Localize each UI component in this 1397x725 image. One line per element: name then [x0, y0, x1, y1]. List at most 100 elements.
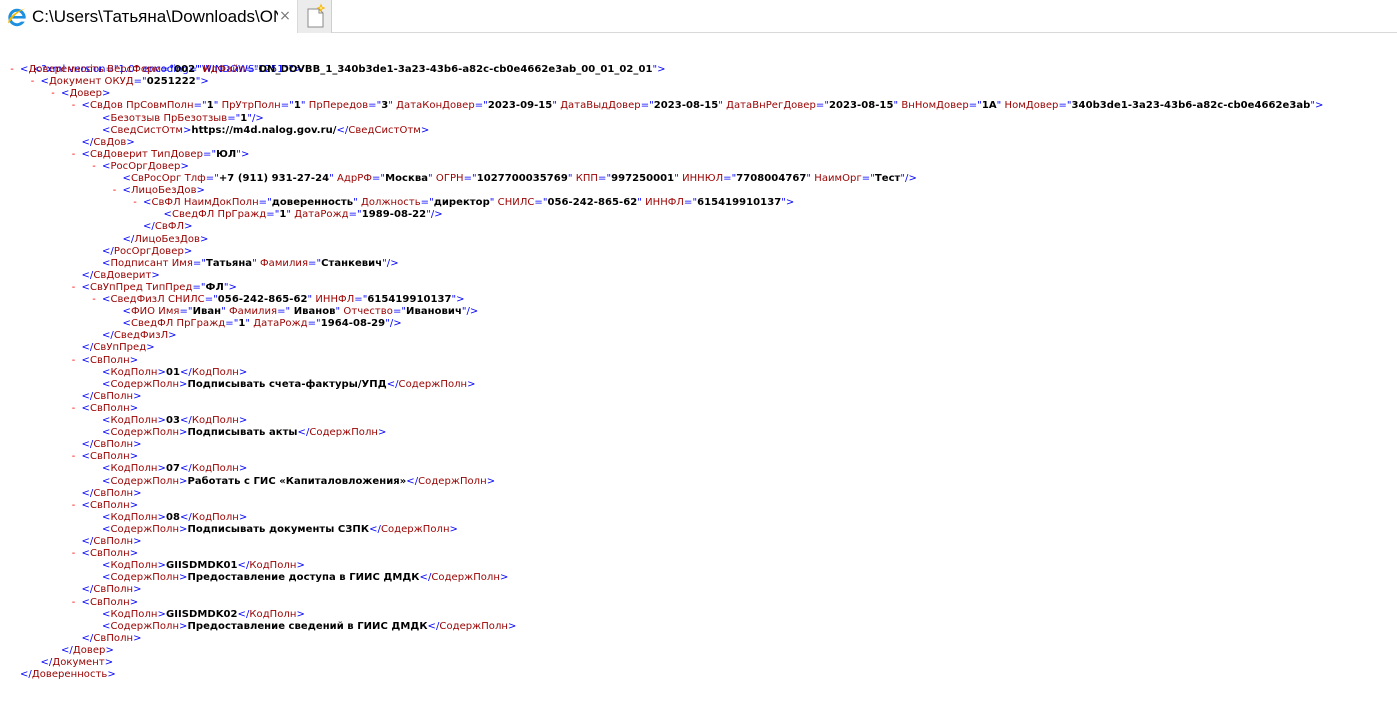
- collapse-toggle[interactable]: -: [69, 100, 79, 112]
- collapse-toggle[interactable]: -: [69, 500, 79, 512]
- attribute-name: СНИЛС: [494, 197, 535, 209]
- tag-bracket: >: [129, 354, 139, 366]
- attribute-punct: =": [258, 197, 272, 209]
- collapse-toggle[interactable]: -: [89, 294, 99, 306]
- tag-bracket: >: [168, 330, 177, 342]
- tag-name: СвДов: [89, 100, 123, 112]
- tag-bracket: </: [406, 475, 419, 487]
- tag-name: КодПолн: [191, 511, 239, 523]
- collapse-toggle[interactable]: -: [89, 161, 99, 173]
- close-icon[interactable]: ×: [278, 6, 292, 26]
- tag-name: СвПолн: [93, 487, 134, 499]
- tag-bracket: >: [228, 281, 237, 293]
- attribute-punct: =": [193, 100, 207, 112]
- tag-bracket: </: [102, 330, 114, 342]
- xml-declaration: <?xml version="1.0" encoding="WINDOWS-12…: [32, 64, 303, 75]
- collapse-toggle[interactable]: -: [7, 64, 17, 76]
- attribute-value: 0251222: [146, 76, 196, 88]
- attribute-value: 1964-08-29: [320, 318, 386, 330]
- collapse-toggle[interactable]: -: [48, 88, 58, 100]
- tag-name: СвРосОрг: [130, 173, 182, 184]
- tag-bracket: </: [427, 620, 440, 632]
- tag-bracket: </: [102, 245, 114, 257]
- xml-close-tag: </ЛицоБезДов>: [123, 234, 209, 246]
- attribute-name: НомДовер: [1001, 100, 1059, 112]
- collapse-toggle[interactable]: -: [130, 197, 140, 209]
- tag-bracket: </: [179, 511, 192, 523]
- attribute-name: ТипДовер: [147, 148, 204, 160]
- tag-bracket: />: [430, 209, 443, 221]
- tag-bracket: <: [81, 100, 90, 112]
- tag-bracket: <: [122, 185, 131, 197]
- tag-bracket: </: [61, 644, 73, 656]
- tag-bracket: >: [157, 463, 166, 475]
- attribute-punct: =": [723, 173, 737, 184]
- collapse-toggle[interactable]: -: [69, 282, 79, 294]
- attribute-name: НаимДокПолн: [180, 197, 259, 209]
- attribute-value: 7708004767: [736, 173, 807, 184]
- attribute-value: 615419910137: [367, 294, 452, 305]
- element-text: 03: [165, 415, 180, 426]
- collapse-toggle[interactable]: -: [28, 76, 38, 88]
- attribute-value: 2023-08-15: [828, 100, 894, 112]
- attribute-value: +7 (911) 931-27-24: [218, 173, 330, 184]
- tag-bracket: >: [238, 463, 248, 475]
- tag-bracket: >: [102, 88, 111, 100]
- collapse-toggle[interactable]: -: [69, 149, 79, 161]
- collapse-toggle[interactable]: -: [69, 597, 79, 609]
- xml-close-tag: </Довер>: [61, 645, 114, 657]
- tag-bracket: >: [184, 221, 193, 233]
- tag-bracket: >: [133, 439, 142, 451]
- tag-bracket: <: [81, 548, 90, 560]
- xml-element: <СодержПолн>Работать с ГИС «Капиталовлож…: [102, 476, 495, 488]
- attribute-name: ВнНомДовер: [898, 100, 969, 112]
- attribute-punct: =": [534, 197, 548, 209]
- collapse-toggle[interactable]: -: [69, 451, 79, 463]
- attribute-name: ТипПред: [142, 281, 193, 293]
- active-tab[interactable]: C:\Users\Татьяна\Downloads\ON_DOVBB_1_34…: [0, 0, 298, 33]
- tag-bracket: </: [81, 269, 94, 281]
- tag-bracket: </: [122, 233, 135, 245]
- attribute-value: Татьяна: [205, 257, 253, 269]
- tag-bracket: >: [240, 148, 250, 160]
- tag-bracket: </: [20, 669, 32, 681]
- attribute-punct: =": [203, 148, 217, 160]
- collapse-toggle[interactable]: -: [69, 403, 79, 415]
- xml-element: <Документ ОКУД="0251222">: [41, 76, 209, 88]
- attribute-value: 2023-09-15: [487, 100, 553, 112]
- xml-close-tag: </СвДов>: [82, 137, 135, 149]
- tag-bracket: >: [133, 536, 142, 547]
- xml-element: <КодПолн>GIISDMDK02</КодПолн>: [102, 609, 305, 621]
- attribute-name: ПрПередов: [305, 100, 369, 112]
- tag-name: Доверенность: [28, 64, 104, 76]
- tag-name: СодержПолн: [431, 572, 500, 584]
- xml-element: <РосОргДовер>: [102, 161, 189, 173]
- xml-element: <СведФЛ ПрГражд="1" ДатаРожд="1989-08-22…: [164, 209, 443, 221]
- attribute-value: 1989-08-22: [361, 209, 427, 221]
- attribute-value: 1027700035769: [476, 173, 568, 184]
- tag-name: КодПолн: [110, 511, 158, 523]
- tag-name: СодержПолн: [110, 620, 180, 632]
- element-text: https://m4d.nalog.gov.ru/: [191, 124, 337, 136]
- tag-name: СодержПолн: [398, 378, 468, 390]
- attribute-punct: =": [968, 100, 982, 112]
- tag-bracket: >: [508, 620, 517, 632]
- internet-explorer-icon: [8, 8, 26, 27]
- attribute-value: ON_DOVBB_1_340b3de1-3a23-43b6-a82c-cb0e4…: [258, 64, 653, 76]
- attribute-name: ИдФайл: [199, 64, 246, 76]
- tag-name: СвФЛ: [154, 221, 185, 233]
- tag-bracket: />: [389, 318, 402, 330]
- collapse-toggle[interactable]: -: [69, 548, 79, 560]
- attribute-punct: =": [598, 173, 612, 184]
- attribute-punct: =": [815, 100, 829, 112]
- tag-name: ЛицоБезДов: [134, 233, 200, 245]
- xml-element: <СодержПолн>Подписывать акты</СодержПолн…: [102, 427, 386, 439]
- new-tab-button[interactable]: [298, 0, 332, 33]
- tag-bracket: >: [107, 669, 116, 681]
- collapse-toggle[interactable]: -: [69, 355, 79, 367]
- attribute-name: ДатаВнРегДовер: [722, 100, 816, 112]
- attribute-value: 1: [293, 100, 301, 112]
- collapse-toggle[interactable]: -: [110, 185, 120, 197]
- tag-name: СвДов: [93, 136, 127, 148]
- element-text: Подписывать счета-фактуры/УПД: [187, 378, 387, 390]
